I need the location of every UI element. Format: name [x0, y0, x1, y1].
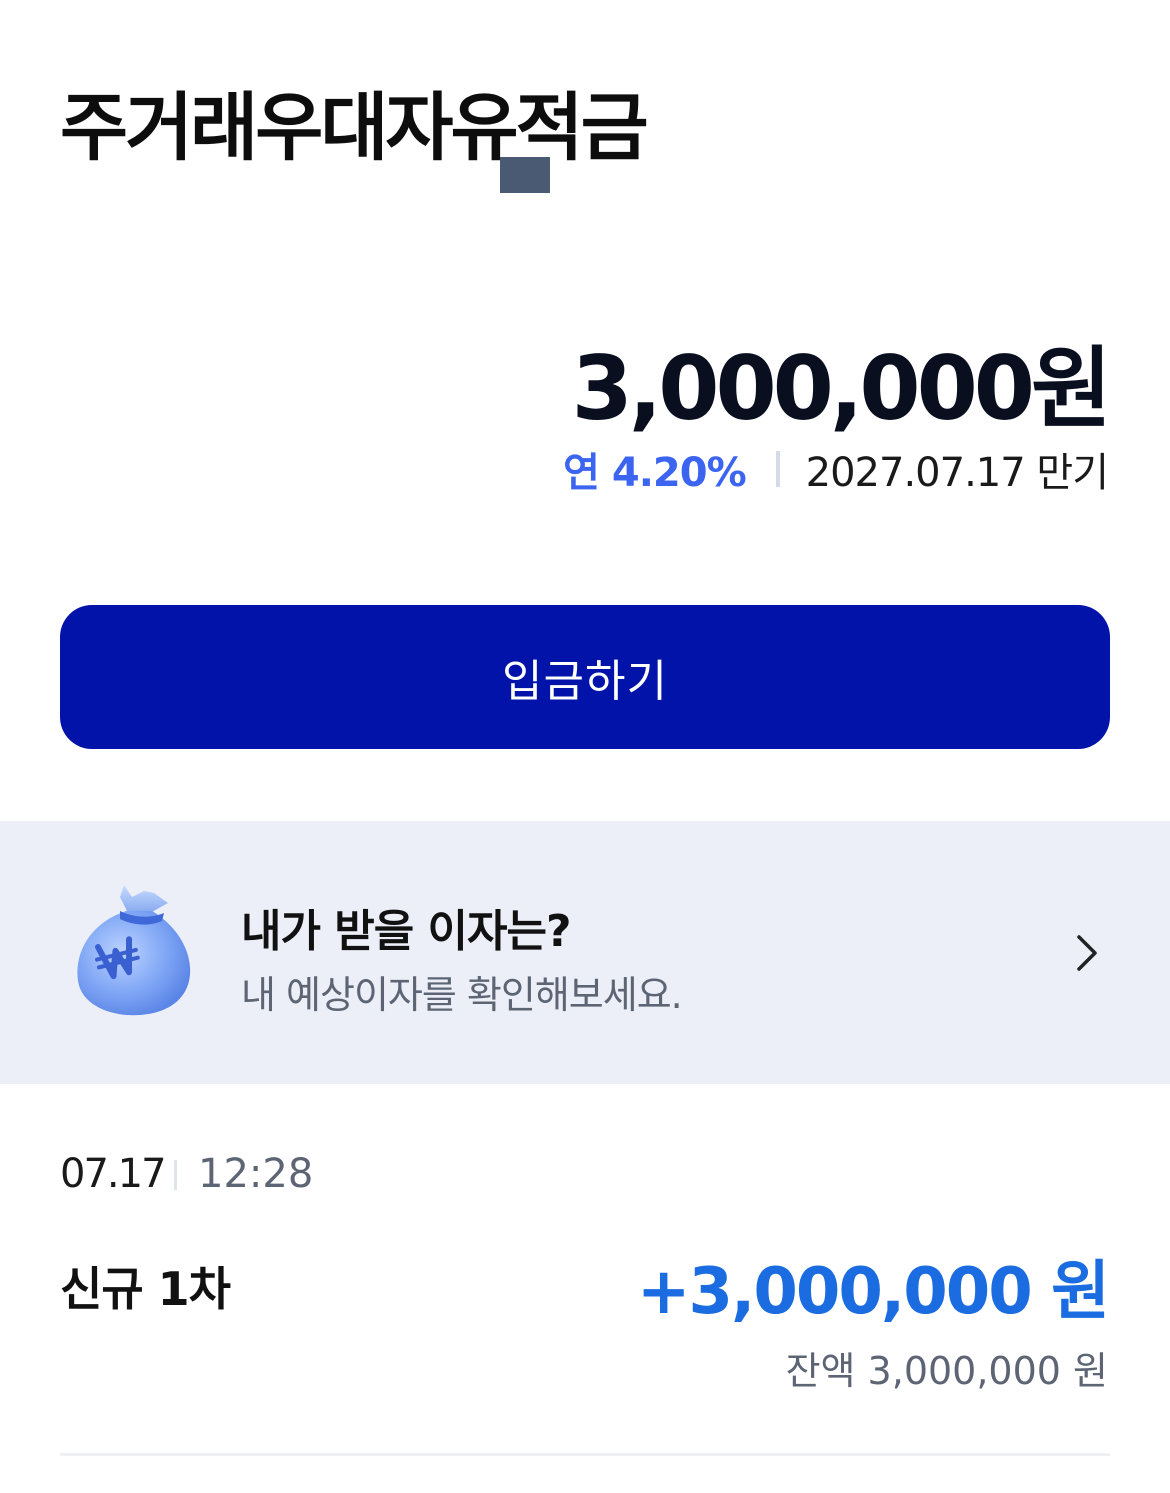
- transaction-label: 신규 1차: [60, 1262, 231, 1316]
- account-balance: 3,000,000원: [571, 337, 1112, 440]
- transaction-date: 07.17: [60, 1151, 167, 1197]
- chevron-right-icon[interactable]: [1070, 931, 1104, 975]
- transaction-time: 12:28: [198, 1151, 314, 1197]
- list-divider: [60, 1453, 1110, 1456]
- page-title: 주거래우대자유적금: [60, 85, 649, 171]
- transaction-date-divider: [174, 1160, 177, 1190]
- rate-maturity-row: 연 4.20% 2027.07.17 만기: [563, 440, 1109, 498]
- transaction-balance: 잔액 3,000,000 원: [785, 1349, 1108, 1393]
- interest-rate: 연 4.20%: [563, 450, 746, 496]
- title-marker: [500, 157, 550, 193]
- money-bag-icon: [77, 885, 191, 1016]
- maturity-date: 2027.07.17 만기: [805, 450, 1109, 496]
- interest-banner[interactable]: 내가 받을 이자는? 내 예상이자를 확인해보세요.: [0, 821, 1170, 1084]
- banner-subtitle: 내 예상이자를 확인해보세요.: [241, 973, 683, 1017]
- banner-title: 내가 받을 이자는?: [241, 906, 572, 957]
- deposit-button[interactable]: 입금하기: [60, 605, 1110, 749]
- transaction-amount: +3,000,000 원: [636, 1255, 1110, 1329]
- rate-divider: [775, 451, 780, 487]
